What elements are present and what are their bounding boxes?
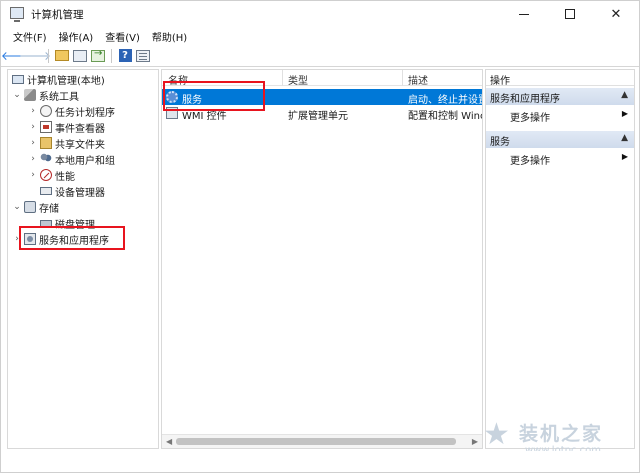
action-label: 更多操作: [510, 156, 550, 167]
expand-chevron-icon[interactable]: ›: [28, 122, 38, 132]
action-group-label: 服务和应用程序: [490, 94, 560, 105]
column-divider[interactable]: [402, 70, 403, 86]
item-type: 扩展管理单元: [288, 111, 348, 122]
watermark-text: 装机之家: [519, 423, 604, 445]
column-header-type[interactable]: 类型: [288, 72, 308, 87]
tree-item-label: 事件查看器: [55, 123, 105, 135]
tree-item-storage[interactable]: ⌄ 存储: [12, 199, 59, 215]
horizontal-scrollbar[interactable]: ◀ ▶: [162, 434, 482, 448]
collapse-caret-icon[interactable]: ▲: [621, 90, 628, 100]
toolbar-separator: [48, 48, 49, 63]
menu-view[interactable]: 查看(V): [99, 29, 146, 44]
tree-item-local-users[interactable]: › 本地用户和组: [28, 151, 115, 167]
tree-item-performance[interactable]: › 性能: [28, 167, 75, 183]
toolbar-separator: [111, 48, 112, 63]
toolbar: 🡐 🡒 ?: [1, 45, 639, 67]
performance-icon: [40, 169, 52, 181]
users-icon: [40, 153, 52, 165]
expand-chevron-icon[interactable]: ›: [28, 106, 38, 116]
watermark-star-icon: ★: [483, 417, 510, 452]
shared-folder-icon: [40, 137, 52, 149]
tree-item-task-scheduler[interactable]: › 任务计划程序: [28, 103, 115, 119]
minimize-button[interactable]: [501, 1, 547, 27]
tools-icon: [24, 89, 36, 101]
tree-item-label: 共享文件夹: [55, 139, 105, 151]
action-more-actions[interactable]: 更多操作 ▶: [486, 107, 634, 124]
forward-button[interactable]: 🡒: [19, 48, 51, 64]
export-list-button[interactable]: [90, 48, 106, 64]
action-pane-icon: [136, 49, 150, 62]
tree-item-label: 系统工具: [39, 91, 79, 103]
submenu-arrow-icon: ▶: [621, 152, 628, 161]
device-manager-icon: [40, 187, 52, 195]
collapse-caret-icon[interactable]: ▲: [621, 133, 628, 143]
scroll-right-icon[interactable]: ▶: [472, 437, 478, 446]
tree-item-shared-folders[interactable]: › 共享文件夹: [28, 135, 105, 151]
tree-item-label: 设备管理器: [55, 187, 105, 199]
item-description: 启动、终止并设置: [408, 95, 482, 106]
tree-item-root[interactable]: 计算机管理(本地): [10, 71, 105, 87]
properties-icon: [73, 49, 87, 62]
highlight-box-services-apps: [19, 226, 125, 250]
forward-arrow-icon: 🡒: [18, 49, 52, 63]
menu-action[interactable]: 操作(A): [53, 29, 100, 44]
show-hide-action-pane-button[interactable]: [135, 48, 151, 64]
storage-icon: [24, 201, 36, 213]
status-bar: [1, 451, 639, 472]
expand-chevron-icon[interactable]: ›: [28, 170, 38, 180]
menu-file[interactable]: 文件(F): [7, 29, 53, 44]
up-level-button[interactable]: [54, 48, 70, 64]
tree-item-label: 性能: [55, 171, 75, 183]
help-icon: ?: [118, 49, 132, 62]
scrollbar-thumb[interactable]: [176, 438, 456, 445]
item-description: 配置和控制 Winc: [408, 111, 482, 122]
title-bar: 计算机管理 ✕: [1, 1, 639, 27]
highlight-box-services: [163, 81, 265, 111]
menu-bar: 文件(F) 操作(A) 查看(V) 帮助(H): [1, 27, 639, 45]
computer-management-icon: [10, 7, 24, 22]
column-header-description[interactable]: 描述: [408, 72, 428, 87]
actions-header: 操作: [486, 70, 634, 87]
minimize-icon: [519, 13, 529, 15]
tree-item-device-manager[interactable]: 设备管理器: [38, 183, 105, 199]
tree-item-label: 计算机管理(本地): [27, 75, 105, 87]
action-group-label: 服务: [490, 137, 510, 148]
action-label: 更多操作: [510, 113, 550, 124]
computer-management-window: 计算机管理 ✕ 文件(F) 操作(A) 查看(V) 帮助(H) 🡐 🡒 ? 计算…: [0, 0, 640, 473]
maximize-button[interactable]: [547, 1, 593, 27]
close-button[interactable]: ✕: [593, 1, 639, 27]
scroll-left-icon[interactable]: ◀: [166, 437, 172, 446]
column-divider[interactable]: [282, 70, 283, 86]
actions-pane: 操作 服务和应用程序 ▲ 更多操作 ▶ 服务 ▲ 更多操作 ▶: [485, 69, 635, 449]
tree-item-system-tools[interactable]: ⌄ 系统工具: [12, 87, 79, 103]
close-icon: ✕: [610, 6, 622, 22]
computer-icon: [12, 74, 24, 84]
menu-help[interactable]: 帮助(H): [146, 29, 193, 44]
properties-button[interactable]: [72, 48, 88, 64]
collapse-chevron-icon[interactable]: ⌄: [12, 202, 22, 212]
action-group-services[interactable]: 服务 ▲: [486, 131, 634, 148]
action-group-services-apps[interactable]: 服务和应用程序 ▲: [486, 88, 634, 105]
maximize-icon: [565, 9, 575, 19]
submenu-arrow-icon: ▶: [621, 109, 628, 118]
expand-chevron-icon[interactable]: ›: [28, 138, 38, 148]
content-list: 名称 类型 描述 服务 启动、终止并设置 WMI 控件 扩展管理单元 配置和控制…: [161, 69, 483, 449]
tree-item-label: 本地用户和组: [55, 155, 115, 167]
tree-item-event-viewer[interactable]: › 事件查看器: [28, 119, 105, 135]
folder-up-icon: [55, 50, 69, 61]
tree-item-label: 存储: [39, 203, 59, 215]
help-button[interactable]: ?: [117, 48, 133, 64]
clock-icon: [40, 105, 52, 117]
tree-item-label: 任务计划程序: [55, 107, 115, 119]
export-icon: [91, 48, 105, 62]
collapse-chevron-icon[interactable]: ⌄: [12, 90, 22, 100]
event-viewer-icon: [40, 121, 52, 133]
navigation-tree: 计算机管理(本地) ⌄ 系统工具 › 任务计划程序 › 事件查看器 › 共享文件…: [7, 69, 159, 449]
action-more-actions[interactable]: 更多操作 ▶: [486, 150, 634, 167]
expand-chevron-icon[interactable]: ›: [28, 154, 38, 164]
window-title: 计算机管理: [31, 9, 84, 21]
